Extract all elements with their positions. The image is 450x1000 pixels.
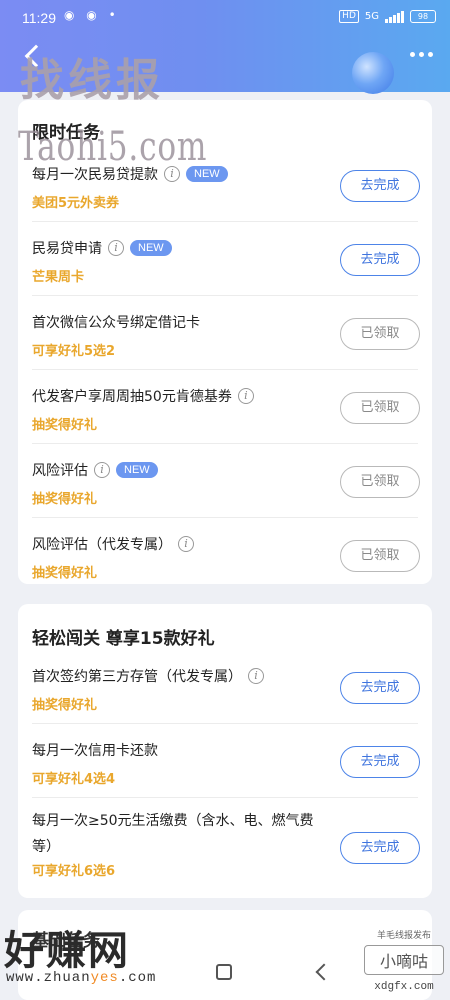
task-name: 首次签约第三方存管（代发专属）: [32, 669, 242, 685]
signal-icon: [385, 10, 404, 23]
watermark-name: 小嘀咕: [364, 945, 444, 975]
recent-apps-icon[interactable]: [216, 964, 232, 980]
info-icon[interactable]: i: [108, 240, 124, 256]
task-name: 首次微信公众号绑定借记卡: [32, 315, 200, 331]
notification-icons: ◉ ◉ •: [64, 8, 120, 22]
task-row: 首次签约第三方存管（代发专属） i 抽奖得好礼 去完成: [18, 650, 432, 724]
watermark-small-text: 羊毛线报发布: [376, 931, 431, 941]
limited-tasks-card: 限时任务 每月一次民易贷提款 i NEW 美团5元外卖券 去完成 民易贷申请 i…: [18, 100, 432, 584]
task-row: 每月一次信用卡还款 可享好礼4选4 去完成: [18, 724, 432, 798]
claimed-button[interactable]: 已领取: [340, 540, 420, 572]
task-reward: 可享好礼5选2: [32, 344, 116, 359]
task-row: 风险评估（代发专属） i 抽奖得好礼 已领取: [18, 518, 432, 592]
more-icon[interactable]: [410, 52, 433, 57]
claimed-button[interactable]: 已领取: [340, 318, 420, 350]
task-reward: 抽奖得好礼: [32, 492, 98, 507]
task-name: 民易贷申请: [32, 241, 102, 257]
status-bar: 11:29 ◉ ◉ • HD 5G 98: [0, 0, 450, 36]
info-icon[interactable]: i: [94, 462, 110, 478]
hd-icon: HD: [339, 10, 359, 23]
info-icon[interactable]: i: [237, 388, 254, 404]
task-row: 每月一次≥50元生活缴费（含水、电、燃气费等） 可享好礼6选6 去完成: [18, 798, 432, 896]
nav-back-icon[interactable]: [315, 963, 333, 981]
watermark-url-c: .com: [118, 970, 157, 986]
task-name: 每月一次信用卡还款: [32, 743, 158, 759]
status-right: HD 5G 98: [339, 10, 436, 23]
task-reward: 抽奖得好礼: [32, 418, 98, 433]
watermark-top: 找线报: [20, 55, 164, 106]
task-name: 代发客户享周周抽50元肯德基券: [32, 389, 232, 405]
task-name: 每月一次≥50元生活缴费（含水、电、燃气费等）: [32, 813, 314, 855]
watermark-bottom-right: 羊毛线报发布 小嘀咕 xdgfx.com: [364, 928, 444, 993]
complete-button[interactable]: 去完成: [340, 746, 420, 778]
decorative-ball-icon: [352, 52, 394, 94]
task-row: 代发客户享周周抽50元肯德基券 i 抽奖得好礼 已领取: [18, 370, 432, 444]
watermark-url-b: yes: [90, 970, 119, 986]
new-badge: NEW: [130, 240, 172, 256]
task-reward: 芒果周卡: [32, 270, 85, 285]
complete-button[interactable]: 去完成: [340, 170, 420, 202]
watermark-logo-text: 好赚网: [4, 927, 130, 974]
task-name: 风险评估（代发专属）: [32, 537, 172, 553]
task-row: 民易贷申请 i NEW 芒果周卡 去完成: [18, 222, 432, 296]
complete-button[interactable]: 去完成: [340, 832, 420, 864]
info-icon[interactable]: i: [178, 536, 194, 552]
section-title: 轻松闯关 尊享15款好礼: [32, 629, 215, 649]
task-name: 风险评估: [32, 463, 88, 479]
watermark-mid: Taohi5.com: [18, 124, 208, 170]
task-reward: 可享好礼6选6: [32, 864, 116, 879]
complete-button[interactable]: 去完成: [340, 244, 420, 276]
task-reward: 美团5元外卖券: [32, 196, 120, 211]
network-label: 5G: [364, 11, 379, 22]
watermark-url: www.zhuanyes.com: [6, 970, 156, 986]
status-time: 11:29: [22, 10, 56, 26]
new-badge: NEW: [116, 462, 158, 478]
task-row: 风险评估 i NEW 抽奖得好礼 已领取: [18, 444, 432, 518]
task-reward: 抽奖得好礼: [32, 566, 98, 581]
claimed-button[interactable]: 已领取: [340, 466, 420, 498]
claimed-button[interactable]: 已领取: [340, 392, 420, 424]
watermark-bottom-left: 好赚网 www.zhuanyes.com: [0, 912, 200, 1000]
task-row: 首次微信公众号绑定借记卡 可享好礼5选2 已领取: [18, 296, 432, 370]
watermark-url-a: www.zhuan: [6, 970, 91, 986]
task-reward: 抽奖得好礼: [32, 698, 98, 713]
info-icon[interactable]: i: [248, 668, 264, 684]
watermark-site: xdgfx.com: [374, 981, 434, 993]
complete-button[interactable]: 去完成: [340, 672, 420, 704]
battery-icon: 98: [410, 10, 436, 23]
task-reward: 可享好礼4选4: [32, 772, 116, 787]
challenge-card: 轻松闯关 尊享15款好礼 首次签约第三方存管（代发专属） i 抽奖得好礼 去完成…: [18, 604, 432, 898]
